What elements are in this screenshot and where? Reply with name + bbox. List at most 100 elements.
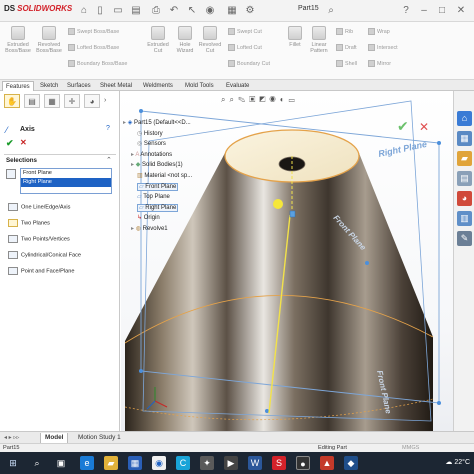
forum-icon[interactable]: ✎ [457, 231, 472, 246]
boundary-boss-button[interactable]: Boundary Boss/Base [68, 60, 127, 67]
option-two-points-vertices[interactable]: Two Points/Vertices [8, 235, 70, 243]
word-icon[interactable]: W [248, 456, 262, 470]
solidworks-logo[interactable]: DS SOLIDWORKS [4, 4, 72, 13]
task-view-icon[interactable]: ▣ [54, 456, 68, 470]
tree-item-sensors[interactable]: ◎ Sensors [123, 139, 192, 150]
options-icon[interactable]: ⚙ [244, 5, 256, 16]
swept-cut-button[interactable]: Swept Cut [228, 28, 262, 35]
plane-handle[interactable] [139, 109, 143, 113]
solidworks-taskbar-icon[interactable]: S [272, 456, 286, 470]
chrome-icon[interactable]: ◉ [152, 456, 166, 470]
tree-item-right-plane[interactable]: ▱ Right Plane [123, 203, 192, 214]
shell-button[interactable]: Shell [336, 60, 357, 67]
selected-item-front-plane[interactable]: Front Plane [21, 169, 111, 178]
tab-sheet-metal[interactable]: Sheet Metal [97, 81, 135, 91]
extruded-boss-button[interactable]: Extruded Boss/Base [3, 26, 33, 54]
wrap-button[interactable]: Wrap [368, 28, 390, 35]
property-manager-icon[interactable]: ▤ [24, 94, 40, 108]
app-icon[interactable]: ✦ [200, 456, 214, 470]
save-icon[interactable]: ▤ [130, 5, 142, 16]
file-explorer-icon[interactable]: ▰ [457, 151, 472, 166]
selection-list-box[interactable]: Front Plane Right Plane [20, 168, 112, 194]
dimxpert-icon[interactable]: ✛ [64, 94, 80, 108]
axis-grip[interactable] [289, 210, 296, 218]
panel-expand-icon[interactable]: › [104, 97, 106, 104]
display-manager-icon[interactable]: ◕ [84, 94, 100, 108]
select-icon[interactable]: ↖ [186, 5, 198, 16]
lofted-boss-button[interactable]: Lofted Boss/Base [68, 44, 119, 51]
revolved-cut-button[interactable]: Revolved Cut [196, 26, 224, 54]
revolved-boss-button[interactable]: Revolved Boss/Base [33, 26, 65, 54]
design-library-icon[interactable]: ▦ [457, 131, 472, 146]
file-properties-icon[interactable]: ▦ [226, 5, 238, 16]
hole-wizard-button[interactable]: Hole Wizard [172, 26, 198, 54]
tree-item-origin[interactable]: ↳ Origin [123, 213, 192, 224]
ok-check-icon[interactable]: ✔ [6, 138, 14, 149]
system-tray[interactable]: ☁ 22°C [445, 458, 470, 466]
tree-item-top-plane[interactable]: ▱ Top Plane [123, 192, 192, 203]
tab-motion-study[interactable]: Motion Study 1 [74, 433, 125, 443]
custom-properties-icon[interactable]: ▥ [457, 211, 472, 226]
plane-handle[interactable] [365, 261, 369, 265]
option-one-line-edge-axis[interactable]: One Line/Edge/Axis [8, 203, 70, 211]
rib-button[interactable]: Rib [336, 28, 353, 35]
tree-root[interactable]: ▸ ◈ Part15 (Default<<D... [123, 118, 192, 129]
solidworks-resources-icon[interactable]: ⌂ [457, 111, 472, 126]
configuration-manager-icon[interactable]: ▦ [44, 94, 60, 108]
tree-item-material[interactable]: ▥ Material <not sp... [123, 171, 192, 182]
home-icon[interactable]: ⌂ [78, 5, 90, 16]
new-document-icon[interactable]: ▯ [94, 5, 106, 16]
help-icon[interactable]: ? [400, 5, 412, 16]
plane-handle[interactable] [437, 401, 441, 405]
tab-scroll-icons[interactable]: ◂ ▸ ▹▹ [4, 434, 19, 441]
confirm-cancel-icon[interactable]: ✕ [419, 120, 429, 134]
tree-item-annotations[interactable]: ▸ A Annotations [123, 150, 192, 161]
edge-browser-icon[interactable]: e [80, 456, 94, 470]
draft-button[interactable]: Draft [336, 44, 357, 51]
view-palette-icon[interactable]: ▤ [457, 171, 472, 186]
lofted-cut-button[interactable]: Lofted Cut [228, 44, 262, 51]
tree-item-solid-bodies[interactable]: ▸ ◆ Solid Bodies(1) [123, 160, 192, 171]
collapse-chevron-icon[interactable]: ⌃ [106, 156, 112, 164]
tree-item-history[interactable]: ◷ History [123, 129, 192, 140]
heads-up-view-toolbar[interactable]: ⌕⌕✎▣◩◉◐▭ [221, 95, 341, 106]
intersect-button[interactable]: Intersect [368, 44, 398, 51]
tree-item-front-plane[interactable]: ▱ Front Plane [123, 182, 192, 193]
print-icon[interactable]: ⎙ [150, 5, 162, 16]
option-point-and-face-plane[interactable]: Point and Face/Plane [8, 267, 75, 275]
undo-icon[interactable]: ↶ [168, 5, 180, 16]
tab-features[interactable]: Features [2, 81, 34, 91]
plane-handle[interactable] [139, 369, 143, 373]
feature-manager-icon[interactable]: ✋ [4, 94, 20, 108]
tab-surfaces[interactable]: Surfaces [64, 81, 94, 91]
minimize-icon[interactable]: – [418, 5, 430, 16]
graphics-viewport[interactable]: ✔ ✕ Right Plane Front Plane Front Plane … [121, 91, 453, 431]
help-icon[interactable]: ? [106, 125, 110, 132]
file-explorer-icon[interactable]: ▰ [104, 456, 118, 470]
rebuild-icon[interactable]: ◉ [204, 5, 216, 16]
plane-handle[interactable] [437, 141, 441, 145]
recorder-icon[interactable]: ● [296, 456, 310, 470]
tab-sketch[interactable]: Sketch [37, 81, 61, 91]
linear-pattern-button[interactable]: Linear Pattern [306, 26, 332, 54]
windows-start-icon[interactable]: ⊞ [6, 456, 20, 470]
extruded-cut-button[interactable]: Extruded Cut [144, 26, 172, 54]
appearances-icon[interactable]: ◕ [457, 191, 472, 206]
app-icon[interactable]: ▲ [320, 456, 334, 470]
tab-evaluate[interactable]: Evaluate [223, 81, 252, 91]
tree-item-revolve1[interactable]: ▸ ◍ Revolve1 [123, 224, 192, 235]
app-c-icon[interactable]: C [176, 456, 190, 470]
close-icon[interactable]: ✕ [455, 5, 467, 16]
maximize-icon[interactable]: □ [436, 5, 448, 16]
open-icon[interactable]: ▭ [112, 5, 124, 16]
search-icon[interactable]: ⌕ [325, 5, 337, 16]
app-icon[interactable]: ◆ [344, 456, 358, 470]
swept-boss-button[interactable]: Swept Boss/Base [68, 28, 119, 35]
option-cylindrical-conical-face[interactable]: Cylindrical/Conical Face [8, 251, 81, 259]
option-two-planes[interactable]: Two Planes [8, 219, 50, 227]
tab-weldments[interactable]: Weldments [140, 81, 176, 91]
store-icon[interactable]: ▦ [128, 456, 142, 470]
selected-item-right-plane[interactable]: Right Plane [21, 178, 111, 187]
mirror-button[interactable]: Mirror [368, 60, 391, 67]
boundary-cut-button[interactable]: Boundary Cut [228, 60, 270, 67]
